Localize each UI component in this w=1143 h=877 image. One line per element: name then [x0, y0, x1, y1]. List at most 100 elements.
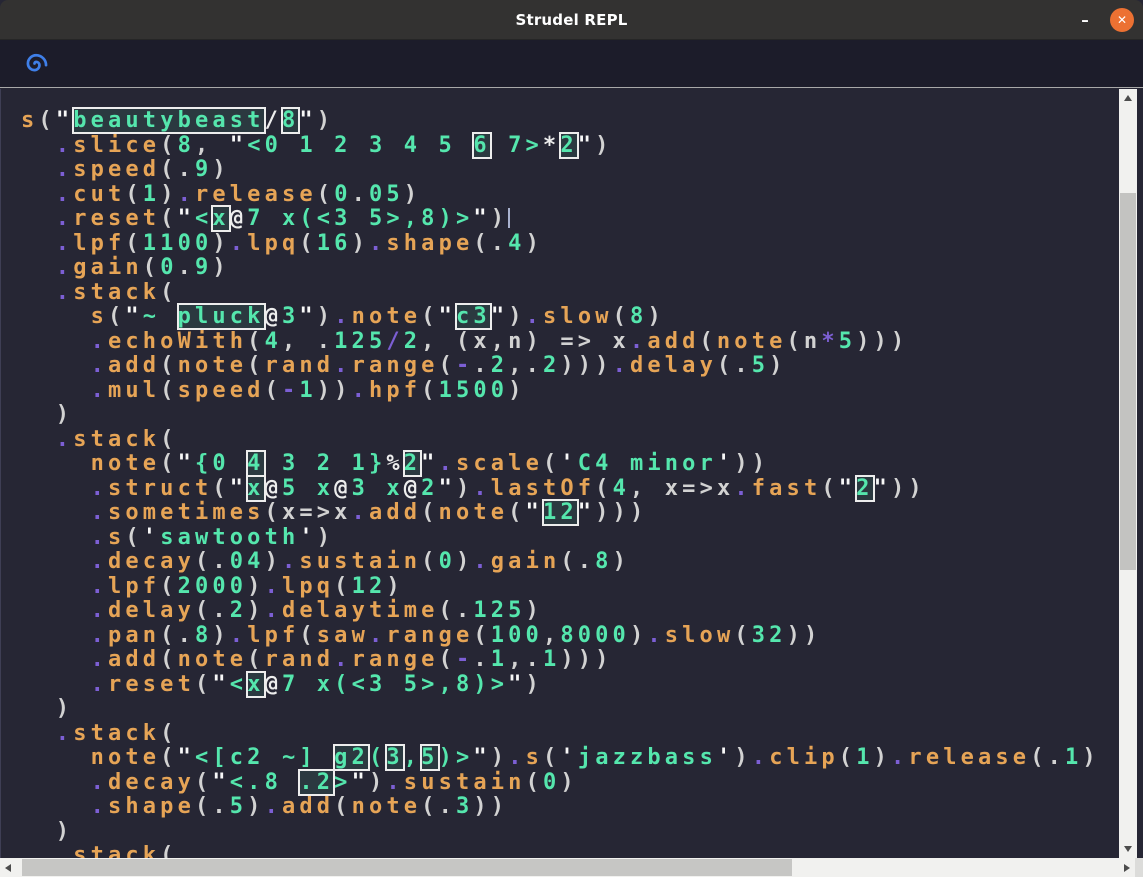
code-line[interactable]: .reset("<x@7 x(<3 5>,8)>"): [21, 673, 1143, 698]
code-token: 9: [195, 255, 212, 280]
code-token: 8: [595, 549, 612, 574]
close-button[interactable]: ✕: [1110, 8, 1134, 32]
code-line[interactable]: .stack(: [21, 281, 1143, 306]
code-line[interactable]: .stack(: [21, 428, 1143, 453]
code-token: .: [21, 182, 73, 207]
code-line[interactable]: .decay(.04).sustain(0).gain(.8): [21, 550, 1143, 575]
code-line[interactable]: ): [21, 403, 1143, 428]
code-token: 0: [439, 549, 456, 574]
code-line[interactable]: ): [21, 820, 1143, 845]
strudel-logo-icon[interactable]: [21, 50, 48, 77]
code-token: note: [352, 794, 422, 819]
code-token: .: [473, 647, 490, 672]
code-token: speed: [73, 157, 160, 182]
code-token: .: [21, 794, 108, 819]
vertical-scrollbar[interactable]: [1119, 89, 1137, 858]
code-token: (: [125, 525, 142, 550]
code-token: add: [108, 353, 160, 378]
code-content[interactable]: s("beautybeast/8") .slice(8, "<0 1 2 3 4…: [1, 89, 1143, 869]
code-line[interactable]: .cut(1).release(0.05): [21, 183, 1143, 208]
code-line[interactable]: .shape(.5).add(note(.3)): [21, 795, 1143, 820]
code-token: ": [508, 672, 525, 697]
code-token: (: [508, 500, 525, 525]
code-token: (: [160, 745, 177, 770]
code-token: (: [734, 623, 751, 648]
code-token: .: [178, 255, 195, 280]
code-token: 2: [404, 329, 421, 354]
code-token: ': [560, 745, 577, 770]
code-token: -: [456, 647, 473, 672]
code-token: .: [178, 182, 195, 207]
code-token: (: [299, 231, 316, 256]
code-line[interactable]: .slice(8, "<0 1 2 3 4 5 6 7>*2"): [21, 134, 1143, 159]
code-token: C4 minor: [578, 451, 717, 476]
scroll-up-icon[interactable]: [1124, 95, 1132, 101]
code-token: 8: [195, 623, 212, 648]
code-line[interactable]: note("<[c2 ~] g2(3,5)>").s('jazzbass').c…: [21, 746, 1143, 771]
code-token: (: [212, 476, 229, 501]
code-token: ,.: [508, 647, 543, 672]
code-token: )): [787, 623, 822, 648]
scroll-right-icon[interactable]: [1124, 864, 1130, 872]
code-line[interactable]: note("{0 4 3 2 1}%2".scale('C4 minor')): [21, 452, 1143, 477]
code-token: 04: [230, 549, 265, 574]
code-line[interactable]: s("~ pluck@3").note("c3").slow(8): [21, 305, 1143, 330]
horizontal-scrollbar-thumb[interactable]: [22, 859, 792, 876]
code-token: sawtooth: [160, 525, 299, 550]
code-line[interactable]: .struct("x@5 x@3 x@2").lastOf(4, x=>x.fa…: [21, 477, 1143, 502]
code-token: 0: [543, 770, 560, 795]
code-token: note: [21, 451, 160, 476]
code-line[interactable]: .add(note(rand.range(-.2,.2))).delay(.5): [21, 354, 1143, 379]
code-token: (: [195, 672, 212, 697]
code-line[interactable]: .delay(.2).delaytime(.125): [21, 599, 1143, 624]
window-title: Strudel REPL: [515, 11, 627, 29]
code-token: 12: [352, 574, 387, 599]
code-line[interactable]: .add(note(rand.range(-.1,.1))): [21, 648, 1143, 673]
horizontal-scrollbar[interactable]: [0, 858, 1135, 877]
code-token: ): [212, 255, 229, 280]
vertical-scrollbar-thumb[interactable]: [1120, 193, 1136, 570]
code-editor[interactable]: s("beautybeast/8") .slice(8, "<0 1 2 3 4…: [0, 89, 1143, 877]
code-token: 4: [265, 329, 282, 354]
code-token: /: [265, 108, 282, 133]
code-token: .: [334, 353, 351, 378]
code-line[interactable]: .gain(0.9): [21, 256, 1143, 281]
code-token: (: [334, 794, 351, 819]
code-token: @: [265, 304, 282, 329]
code-line[interactable]: .reset("<x@7 x(<3 5>,8)>"): [21, 207, 1143, 232]
code-line[interactable]: .stack(: [21, 722, 1143, 747]
minimize-button[interactable]: –: [1073, 8, 1097, 32]
code-token: (: [473, 623, 490, 648]
code-token: stack: [73, 721, 160, 746]
code-line[interactable]: ): [21, 697, 1143, 722]
code-line[interactable]: .sometimes(x=>x.add(note("12"))): [21, 501, 1143, 526]
code-token: .: [21, 500, 108, 525]
code-line[interactable]: .lpf(1100).lpq(16).shape(.4): [21, 232, 1143, 257]
code-token: .: [369, 623, 386, 648]
code-line[interactable]: .decay("<.8 .2>").sustain(0): [21, 771, 1143, 796]
code-token: 4: [508, 231, 525, 256]
code-token: add: [647, 329, 699, 354]
code-line[interactable]: .echoWith(4, .125/2, (x,n) => x.add(note…: [21, 330, 1143, 355]
code-token: (: [421, 549, 438, 574]
code-token: clip: [769, 745, 839, 770]
code-token: release: [908, 745, 1030, 770]
code-line[interactable]: .mul(speed(-1)).hpf(1500): [21, 379, 1143, 404]
code-token: ): [508, 304, 525, 329]
code-line[interactable]: .pan(.8).lpf(saw.range(100,8000).slow(32…: [21, 624, 1143, 649]
highlighted-token: 6: [473, 133, 490, 158]
code-token: ": [473, 745, 490, 770]
code-token: note: [717, 329, 787, 354]
code-line[interactable]: .lpf(2000).lpq(12): [21, 575, 1143, 600]
code-token: (: [160, 378, 177, 403]
code-token: 7 x(<3 5>,8)>: [247, 206, 473, 231]
scroll-down-icon[interactable]: [1124, 846, 1132, 852]
code-token: ): [247, 794, 264, 819]
code-token: .: [21, 476, 108, 501]
code-token: 1: [299, 378, 316, 403]
code-token: lpf: [73, 231, 125, 256]
code-line[interactable]: .speed(.9): [21, 158, 1143, 183]
code-line[interactable]: .s('sawtooth'): [21, 526, 1143, 551]
code-line[interactable]: s("beautybeast/8"): [21, 109, 1143, 134]
scroll-left-icon[interactable]: [5, 864, 11, 872]
